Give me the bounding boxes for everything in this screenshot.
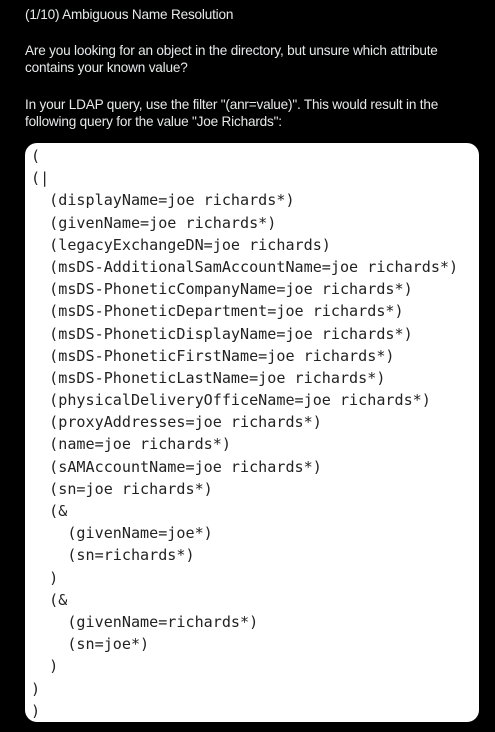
- code-line: (sAMAccountName=joe richards*): [31, 457, 322, 476]
- code-line: ): [31, 679, 41, 698]
- code-line: ): [31, 657, 59, 676]
- post-title: (1/10) Ambiguous Name Resolution: [25, 7, 234, 22]
- code-line: (msDS-AdditionalSamAccountName=joe richa…: [31, 257, 459, 276]
- code-line: (sn=joe*): [31, 635, 150, 654]
- code-line: (sn=richards*): [31, 546, 195, 565]
- code-line: (givenName=joe*): [31, 524, 213, 543]
- code-line: (msDS-PhoneticFirstName=joe richards*): [31, 346, 395, 365]
- code-line: (givenName=joe richards*): [31, 213, 277, 232]
- code-line: (displayName=joe richards*): [31, 191, 295, 210]
- post-paragraph: Are you looking for an object in the dir…: [25, 43, 438, 75]
- code-line: (proxyAddresses=joe richards*): [31, 413, 322, 432]
- code-line: (msDS-PhoneticLastName=joe richards*): [31, 368, 386, 387]
- code-line: (sn=joe richards*): [31, 479, 213, 498]
- code-line: ): [31, 701, 41, 720]
- code-line: (&: [31, 590, 68, 609]
- code-line: (: [31, 147, 41, 165]
- code-line: ): [31, 568, 59, 587]
- code-line: (|: [31, 169, 50, 188]
- code-block: ( (| (displayName=joe richards*) (givenNa…: [31, 145, 458, 722]
- post-paragraph: In your LDAP query, use the filter "(anr…: [25, 97, 439, 129]
- code-line: (msDS-PhoneticDisplayName=joe richards*): [31, 324, 413, 343]
- code-line: (name=joe richards*): [31, 435, 231, 454]
- code-line: (&: [31, 502, 68, 520]
- code-line: (physicalDeliveryOfficeName=joe richards…: [31, 391, 431, 410]
- code-line: (legacyExchangeDN=joe richards): [31, 235, 331, 254]
- code-line: (msDS-PhoneticDepartment=joe richards*): [31, 302, 404, 321]
- code-image[interactable]: ( (| (displayName=joe richards*) (givenNa…: [25, 143, 479, 722]
- code-line: (givenName=richards*): [31, 612, 259, 631]
- code-line: (msDS-PhoneticCompanyName=joe richards*): [31, 280, 413, 299]
